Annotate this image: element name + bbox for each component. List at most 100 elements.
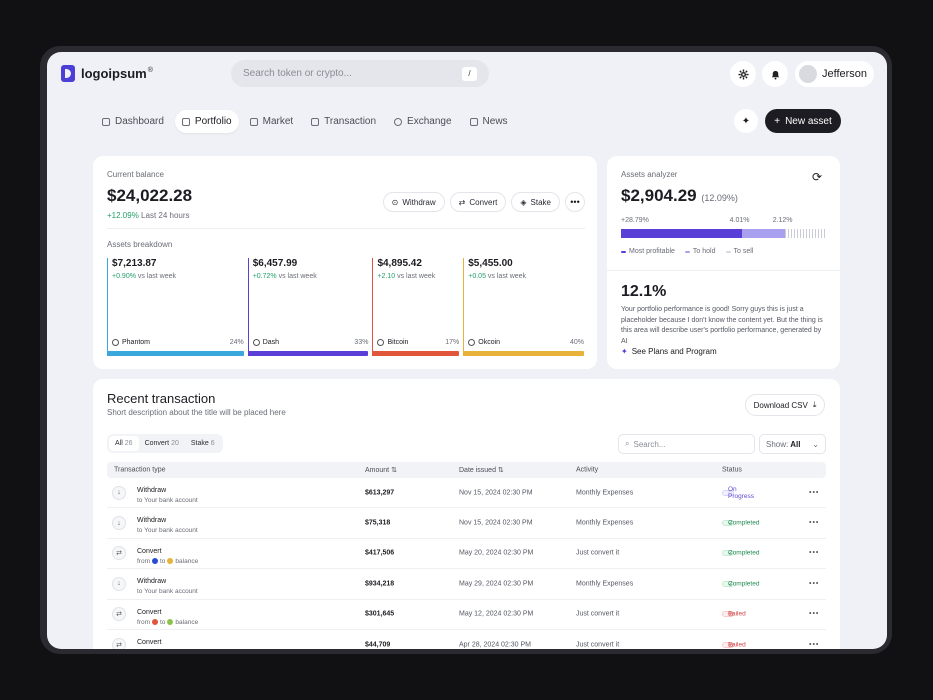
balance-period: Last 24 hours <box>141 211 190 220</box>
pin-button[interactable]: ✦ <box>734 109 758 133</box>
row-title: Withdraw <box>137 487 167 494</box>
legend-most-profitable: Most profitable <box>621 248 675 255</box>
user-name: Jefferson <box>822 68 868 80</box>
notifications-button[interactable] <box>762 61 788 87</box>
new-asset-button[interactable]: + New asset <box>765 109 841 133</box>
table-header: Transaction type Amount ⇅ Date issued ⇅ … <box>107 462 826 478</box>
breakdown-label: Assets breakdown <box>107 240 173 249</box>
asset-change: +2.10 vs last week <box>377 273 436 280</box>
coin-icon <box>377 339 385 346</box>
asset-value: $4,895.42 <box>377 258 422 269</box>
more-button[interactable]: ••• <box>565 192 585 212</box>
asset-item[interactable]: $5,455.00 +0.05 vs last week Okcoin 40% <box>463 258 584 356</box>
row-activity: Monthly Expenses <box>576 519 634 527</box>
row-more-icon[interactable]: ••• <box>809 520 819 527</box>
nav-news[interactable]: News <box>463 110 515 133</box>
assets-breakdown: $7,213.87 +0.90% vs last week Phantom 24… <box>107 258 584 356</box>
table-row[interactable]: ↓ Withdraw to Your bank account $934,218… <box>107 569 826 600</box>
convert-icon: ⇄ <box>112 607 126 622</box>
asset-change: +0.90% vs last week <box>112 273 177 280</box>
legend-to-hold: To hold <box>684 248 716 255</box>
analyzer-label: Assets analyzer <box>621 170 678 179</box>
row-amount: $934,218 <box>365 580 395 588</box>
row-date: May 20, 2024 02:30 PM <box>459 549 534 557</box>
transactions-subtitle: Short description about the title will b… <box>107 408 286 417</box>
settings-button[interactable] <box>730 61 756 87</box>
withdraw-icon: ↓ <box>112 576 126 591</box>
transaction-search-input[interactable]: ⌕ Search... <box>618 434 755 454</box>
download-csv-button[interactable]: Download CSV ⤓ <box>745 394 825 416</box>
nav-portfolio[interactable]: Portfolio <box>174 110 239 133</box>
asset-bar <box>107 351 244 356</box>
filter-all[interactable]: All 26 <box>109 436 139 451</box>
table-row[interactable]: ↓ Withdraw to Your bank account $613,297… <box>107 478 826 509</box>
table-row[interactable]: ⇄ Convert fromtobalance $44,709 Apr 28, … <box>107 630 826 649</box>
download-icon: ⤓ <box>812 400 817 409</box>
nav-market[interactable]: Market <box>243 110 301 133</box>
row-date: May 12, 2024 02:30 PM <box>459 610 534 618</box>
split-segment <box>741 229 785 238</box>
balance-actions: ⊙ Withdraw ⇄ Convert ◈ Stake ••• <box>382 192 585 212</box>
asset-item[interactable]: $4,895.42 +2.10 vs last week Bitcoin 17% <box>372 258 460 356</box>
row-amount: $417,506 <box>365 549 395 557</box>
convert-icon: ⇄ <box>458 197 466 207</box>
transactions-table: ↓ Withdraw to Your bank account $613,297… <box>107 478 826 649</box>
analyzer-split-bar <box>621 229 826 238</box>
nav-label: Market <box>262 116 294 127</box>
filter-convert[interactable]: Convert 20 <box>139 436 185 451</box>
user-menu[interactable]: Jefferson <box>795 61 874 87</box>
global-search-placeholder: Search token or crypto... <box>243 68 352 79</box>
row-title: Withdraw <box>137 578 167 586</box>
col-amount[interactable]: Amount ⇅ <box>365 466 397 474</box>
row-activity: Just convert it <box>576 641 620 649</box>
table-row[interactable]: ⇄ Convert from to balance $301,645 May 12,… <box>107 600 826 630</box>
row-more-icon[interactable]: ••• <box>809 641 819 648</box>
coin-icon <box>167 619 174 626</box>
home-icon <box>102 117 110 126</box>
plans-link[interactable]: ✦ See Plans and Program <box>621 347 717 356</box>
logo[interactable]: logoipsum ® <box>61 65 153 82</box>
split-label: +28.79% <box>621 217 649 224</box>
stake-button[interactable]: ◈ Stake <box>511 192 560 212</box>
performance-value: 12.1% <box>621 283 667 300</box>
coin-icon <box>112 339 119 346</box>
asset-name: Dash <box>262 339 280 346</box>
row-more-icon[interactable]: ••• <box>809 580 819 587</box>
nav-exchange[interactable]: Exchange <box>387 110 458 133</box>
download-csv-label: Download CSV <box>753 400 808 410</box>
col-activity: Activity <box>576 466 599 474</box>
show-select[interactable]: Show: All ⌄ <box>759 434 826 454</box>
refresh-icon[interactable]: ⟳ <box>812 170 822 184</box>
avatar <box>799 65 817 83</box>
convert-button[interactable]: ⇄ Convert <box>449 192 507 212</box>
transactions-card: Recent transaction Short description abo… <box>93 379 840 649</box>
row-more-icon[interactable]: ••• <box>809 489 819 496</box>
withdraw-button[interactable]: ⊙ Withdraw <box>382 192 445 212</box>
asset-change: +0.05 vs last week <box>468 273 527 280</box>
bell-icon <box>771 70 779 80</box>
col-date[interactable]: Date issued ⇅ <box>459 466 504 474</box>
asset-bar <box>463 351 584 356</box>
plans-link-label: See Plans and Program <box>631 347 717 356</box>
asset-item[interactable]: $6,457.99 +0.72% vs last week Dash 33% <box>247 258 369 356</box>
withdraw-icon: ↓ <box>112 516 126 531</box>
balance-delta: +12.09% <box>107 211 139 220</box>
coin-icon <box>152 619 158 626</box>
row-amount: $613,297 <box>365 489 395 497</box>
asset-item[interactable]: $7,213.87 +0.90% vs last week Phantom 24… <box>107 258 244 356</box>
global-search[interactable]: Search token or crypto... / <box>231 60 489 87</box>
asset-name: Okcoin <box>478 339 501 346</box>
table-row[interactable]: ↓ Withdraw to Your bank account $75,318 … <box>107 508 826 539</box>
nav-label: Exchange <box>407 116 452 127</box>
asset-bar <box>247 351 369 356</box>
asset-bar <box>372 351 460 356</box>
row-more-icon[interactable]: ••• <box>809 550 819 557</box>
search-icon: ⌕ <box>625 439 630 448</box>
table-row[interactable]: ⇄ Convert from to balance $417,506 May 20,… <box>107 539 826 570</box>
divider <box>107 228 585 229</box>
nav-transaction[interactable]: Transaction <box>304 110 383 133</box>
nav-dashboard[interactable]: Dashboard <box>95 110 171 133</box>
app-screen: logoipsum ® Search token or crypto... / J… <box>47 52 887 649</box>
filter-stake[interactable]: Stake 6 <box>185 436 221 451</box>
row-more-icon[interactable]: ••• <box>809 611 819 618</box>
